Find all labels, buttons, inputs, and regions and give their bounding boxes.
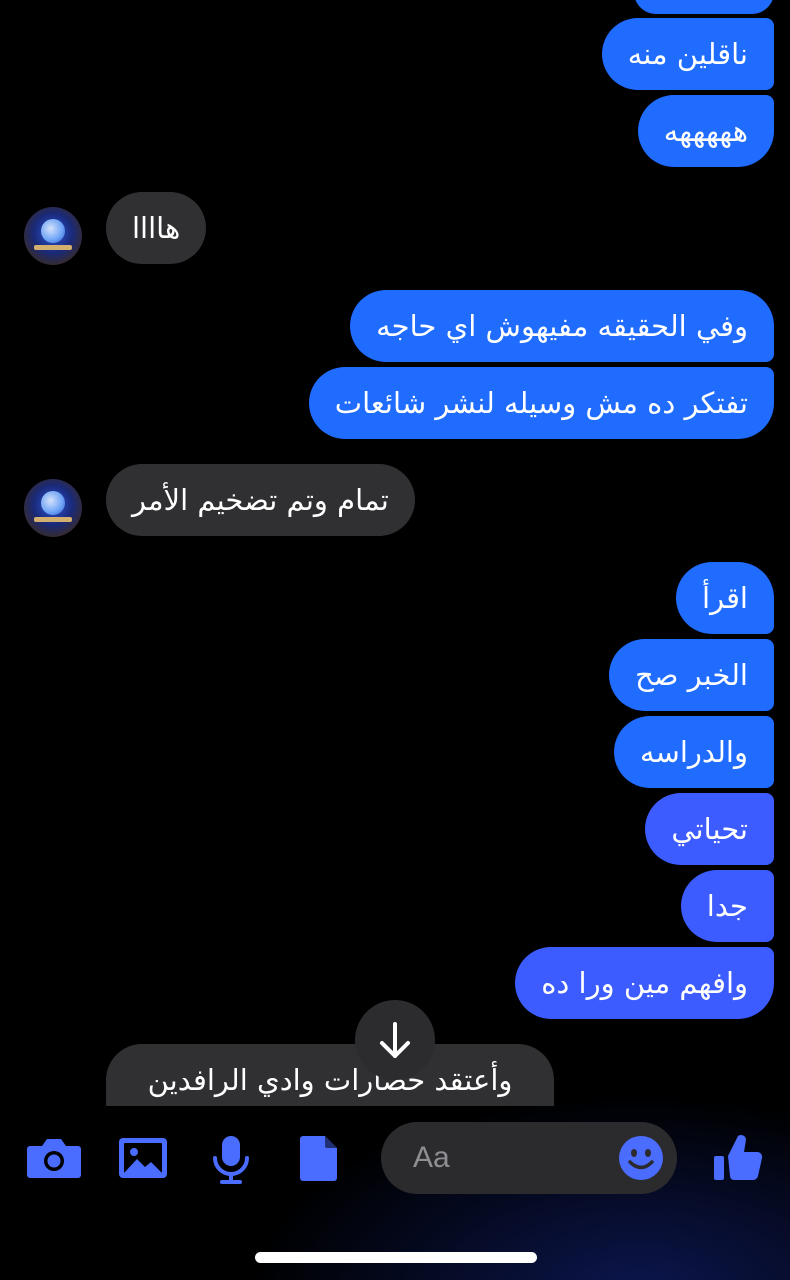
avatar-ribbon-graphic xyxy=(34,517,72,522)
home-indicator[interactable] xyxy=(255,1252,537,1263)
sent-message[interactable]: تفتكر ده مش وسيله لنشر شائعات xyxy=(308,367,774,439)
sent-message[interactable]: جدا xyxy=(680,870,774,942)
sent-message[interactable]: وافهم مين ورا ده xyxy=(515,947,774,1019)
photo-icon xyxy=(119,1138,167,1178)
sent-message-partial-top[interactable] xyxy=(634,0,774,14)
message-input-placeholder: Aa xyxy=(413,1141,450,1174)
scroll-to-bottom-button[interactable] xyxy=(355,1000,435,1080)
camera-button[interactable] xyxy=(24,1126,84,1190)
microphone-icon xyxy=(213,1136,249,1184)
sent-message[interactable]: وفي الحقيقه مفيهوش اي حاجه xyxy=(350,290,774,362)
file-button[interactable] xyxy=(290,1126,350,1190)
thumbs-up-icon xyxy=(714,1135,763,1181)
avatar-ribbon-graphic xyxy=(34,245,72,250)
received-message[interactable]: تمام وتم تضخيم الأمر xyxy=(106,464,415,536)
sent-message[interactable]: تحياتي xyxy=(645,793,774,865)
received-message[interactable]: هاااا xyxy=(106,192,207,264)
sent-message[interactable]: الخبر صح xyxy=(609,639,774,711)
sent-message[interactable]: والدراسه xyxy=(613,716,774,788)
arrow-down-icon xyxy=(380,1022,410,1058)
avatar-globe-graphic xyxy=(41,219,65,243)
contact-avatar[interactable] xyxy=(24,479,82,537)
sent-message[interactable]: اقرأ xyxy=(676,562,774,634)
sent-message[interactable]: هههههه xyxy=(637,95,774,167)
photo-button[interactable] xyxy=(114,1126,174,1190)
camera-icon xyxy=(27,1139,81,1178)
thumbs-up-button[interactable] xyxy=(708,1126,768,1190)
contact-avatar[interactable] xyxy=(24,207,82,265)
chat-screen: ناقلين منه هههههه هاااا وفي الحقيقه مفيه… xyxy=(0,0,790,1280)
emoji-icon[interactable] xyxy=(617,1134,665,1182)
file-icon xyxy=(300,1136,337,1181)
avatar-globe-graphic xyxy=(41,491,65,515)
sent-message[interactable]: ناقلين منه xyxy=(601,18,774,90)
received-message[interactable]: وأعتقد حضارات وادي الرافدين xyxy=(106,1044,554,1106)
message-input[interactable]: Aa xyxy=(381,1122,677,1194)
microphone-button[interactable] xyxy=(201,1126,261,1190)
